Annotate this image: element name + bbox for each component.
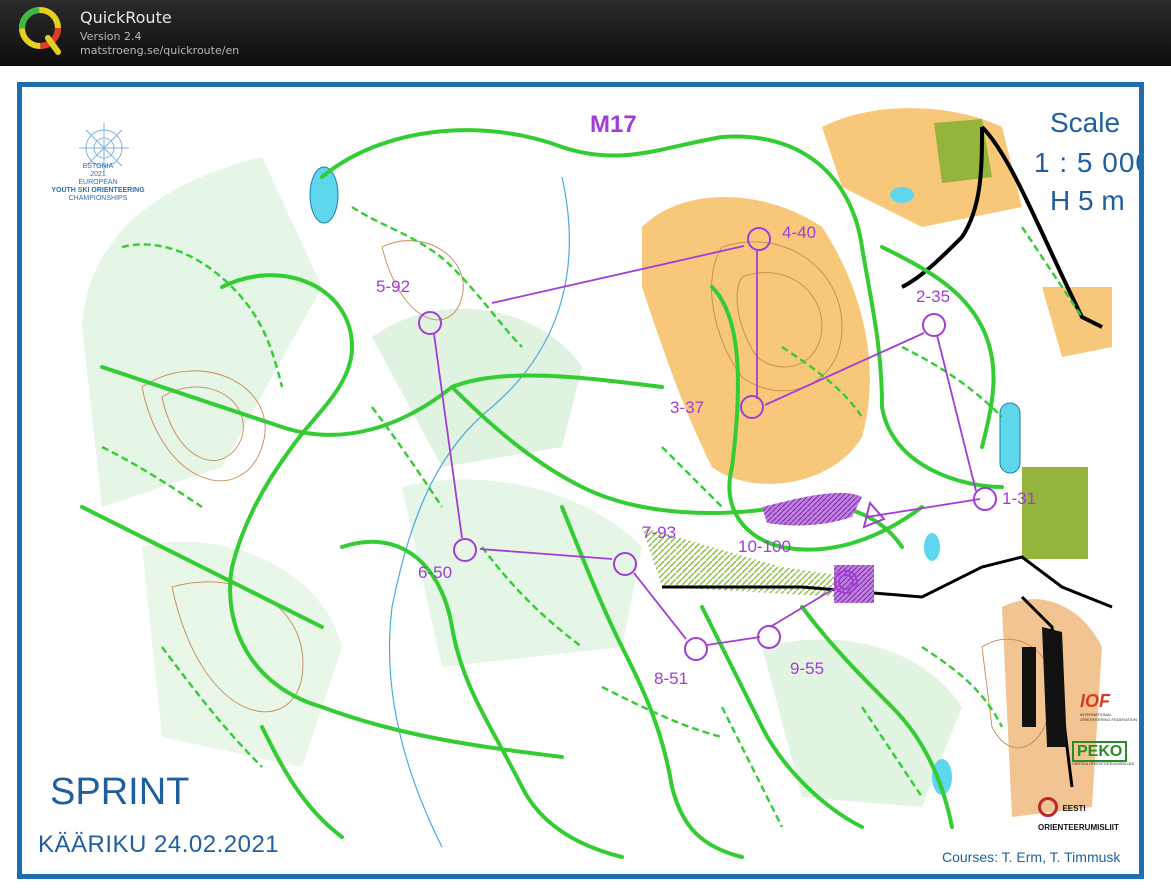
- iof-logo-text: IOF: [1080, 691, 1110, 711]
- scale-value: 1 : 5 000: [1034, 147, 1144, 178]
- app-title: QuickRoute: [80, 8, 172, 27]
- peko-logo: PEKO VÄRSKA ORIENTEERUMISKLUBI: [1072, 741, 1135, 766]
- control-label-6: 6-50: [418, 563, 453, 582]
- logo-year: 2021: [90, 171, 106, 178]
- scale-label: Scale: [1050, 107, 1121, 138]
- course-setters: Courses: T. Erm, T. Timmusk: [942, 849, 1121, 865]
- control-label-4: 4-40: [782, 223, 817, 242]
- app-titlebar: QuickRoute Version 2.4 matstroeng.se/qui…: [0, 0, 1171, 66]
- control-label-1: 1-31: [1002, 489, 1037, 508]
- championship-logo-text: ESTONIA 2021 EUROPEAN YOUTH SKI ORIENTEE…: [28, 163, 168, 203]
- field: [1022, 467, 1088, 559]
- control-label-9: 9-55: [790, 659, 825, 678]
- control-label-3: 3-37: [670, 398, 705, 417]
- logo-line-championships: CHAMPIONSHIPS: [68, 195, 128, 202]
- eol-logo: EESTI ORIENTEERUMISLIIT: [1038, 797, 1139, 835]
- course-name: M17: [590, 111, 637, 138]
- logo-line-european: EUROPEAN: [78, 179, 118, 186]
- control-label-10: 10-100: [738, 537, 791, 556]
- pond: [924, 533, 940, 561]
- control-label-2: 2-35: [916, 287, 951, 306]
- contour-interval: H 5 m: [1050, 185, 1125, 216]
- quickroute-logo-icon: [19, 7, 61, 55]
- map-frame[interactable]: ESTONIA 2021 EUROPEAN YOUTH SKI ORIENTEE…: [17, 82, 1144, 879]
- lake: [999, 402, 1021, 474]
- app-version: Version 2.4: [80, 30, 142, 43]
- logo-line-title: YOUTH SKI ORIENTEERING: [51, 187, 145, 194]
- control-label-7: 7-93: [642, 523, 677, 542]
- event-place-date: KÄÄRIKU 24.02.2021: [38, 831, 280, 858]
- eol-logo-icon: [1038, 797, 1058, 817]
- peko-logo-text: PEKO: [1072, 741, 1128, 762]
- logo-country: ESTONIA: [82, 163, 114, 170]
- iof-logo-subtext: INTERNATIONAL ORIENTEERING FEDERATION: [1080, 712, 1138, 722]
- event-type: SPRINT: [50, 771, 190, 813]
- peko-logo-subtext: VÄRSKA ORIENTEERUMISKLUBI: [1072, 761, 1135, 766]
- orienteering-map[interactable]: [22, 87, 1139, 874]
- control-label-8: 8-51: [654, 669, 689, 688]
- pond: [890, 187, 914, 203]
- iof-logo: IOF INTERNATIONAL ORIENTEERING FEDERATIO…: [1080, 691, 1139, 722]
- control-label-5: 5-92: [376, 277, 411, 296]
- app-url[interactable]: matstroeng.se/quickroute/en: [80, 44, 239, 57]
- building: [1022, 647, 1036, 727]
